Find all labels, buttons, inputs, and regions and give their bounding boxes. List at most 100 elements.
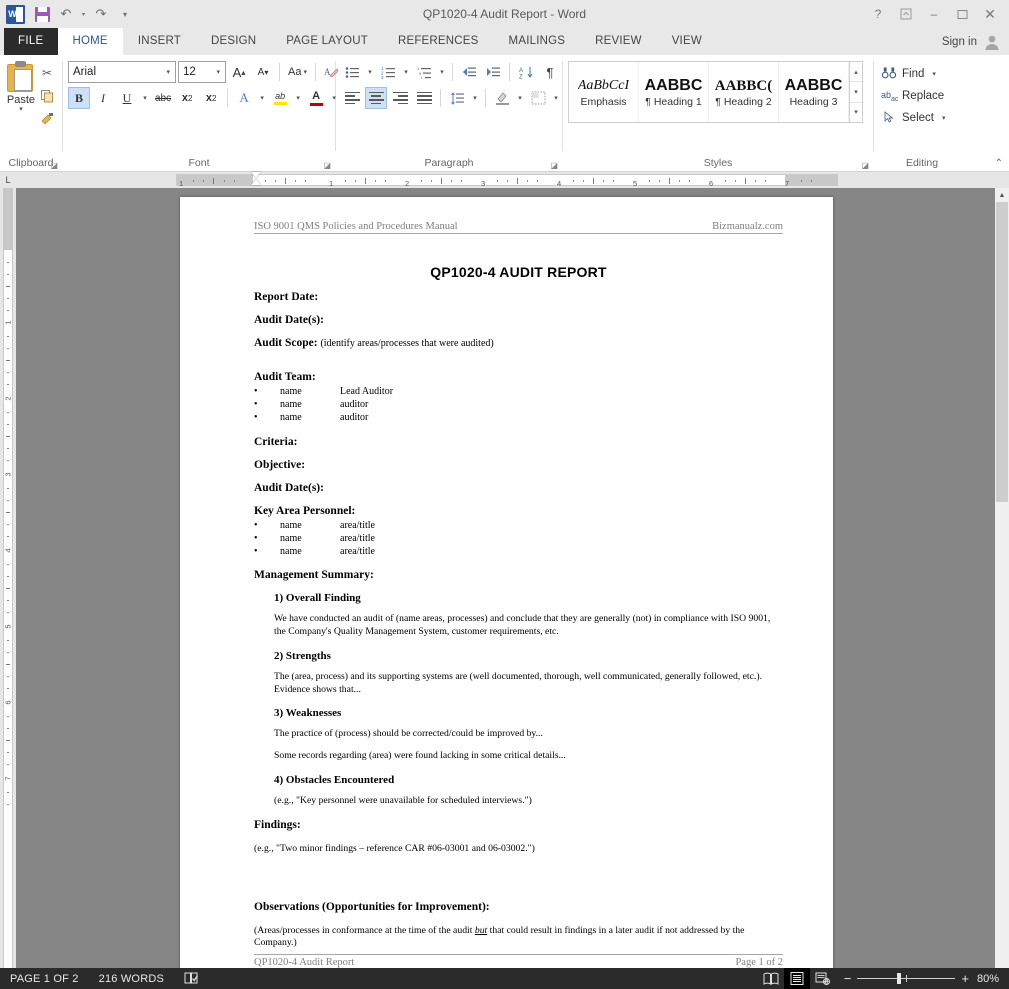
increase-indent-button[interactable] bbox=[482, 61, 504, 83]
styles-scroll-down-icon[interactable]: ▾ bbox=[850, 82, 862, 103]
italic-button[interactable]: I bbox=[92, 87, 114, 109]
proofing-status[interactable] bbox=[174, 968, 209, 989]
zoom-slider[interactable]: − + bbox=[836, 971, 977, 986]
scroll-up-icon[interactable]: ▲ bbox=[995, 188, 1009, 202]
align-right-button[interactable] bbox=[389, 87, 411, 109]
bullets-button[interactable] bbox=[341, 61, 363, 83]
decrease-indent-button[interactable] bbox=[458, 61, 480, 83]
hanging-indent-marker[interactable] bbox=[251, 179, 261, 185]
align-left-button[interactable] bbox=[341, 87, 363, 109]
find-button[interactable]: Find ▾ bbox=[879, 63, 936, 85]
cut-icon[interactable]: ✂ bbox=[37, 63, 57, 83]
help-icon[interactable]: ? bbox=[865, 3, 891, 25]
borders-button[interactable] bbox=[527, 87, 549, 109]
show-formatting-marks-button[interactable]: ¶ bbox=[539, 61, 561, 83]
justify-button[interactable] bbox=[413, 87, 435, 109]
font-name-combobox[interactable]: Arial ▾ bbox=[68, 61, 176, 83]
style-heading-1[interactable]: AABBC ¶ Heading 1 bbox=[639, 62, 709, 122]
align-center-button[interactable] bbox=[365, 87, 387, 109]
save-icon[interactable] bbox=[31, 3, 53, 25]
styles-scroll-up-icon[interactable]: ▴ bbox=[850, 62, 862, 83]
paste-dropdown-icon[interactable]: ▾ bbox=[19, 106, 23, 113]
underline-button[interactable]: U bbox=[116, 87, 138, 109]
shading-button[interactable] bbox=[491, 87, 513, 109]
multilevel-dropdown-icon[interactable]: ▾ bbox=[437, 61, 447, 83]
find-dropdown-icon[interactable]: ▾ bbox=[932, 71, 936, 78]
word-count[interactable]: 216 WORDS bbox=[89, 968, 174, 989]
tab-stop-selector-icon[interactable]: L bbox=[0, 172, 16, 188]
tab-view[interactable]: VIEW bbox=[657, 28, 717, 55]
subscript-button[interactable]: x2 bbox=[176, 87, 198, 109]
collapse-ribbon-icon[interactable]: ⌃ bbox=[995, 158, 1003, 169]
bold-button[interactable]: B bbox=[68, 87, 90, 109]
format-painter-icon[interactable] bbox=[37, 109, 57, 129]
first-line-indent-marker[interactable] bbox=[251, 172, 261, 178]
multilevel-list-button[interactable]: 1ai bbox=[413, 61, 435, 83]
bullets-dropdown-icon[interactable]: ▾ bbox=[365, 61, 375, 83]
underline-dropdown-icon[interactable]: ▾ bbox=[140, 87, 150, 109]
web-layout-button[interactable] bbox=[810, 968, 836, 989]
select-dropdown-icon[interactable]: ▾ bbox=[942, 115, 946, 122]
vertical-ruler[interactable]: 1 2 3 4 5 6 7 bbox=[0, 188, 16, 989]
zoom-in-button[interactable]: + bbox=[961, 971, 969, 986]
read-mode-button[interactable] bbox=[758, 968, 784, 989]
text-effects-dropdown-icon[interactable]: ▾ bbox=[257, 87, 267, 109]
tab-file[interactable]: FILE bbox=[4, 28, 58, 55]
zoom-out-button[interactable]: − bbox=[844, 971, 852, 986]
font-name-chevron-down-icon[interactable]: ▾ bbox=[163, 68, 173, 76]
ribbon-display-options-icon[interactable] bbox=[893, 3, 919, 25]
clipboard-dialog-launcher-icon[interactable]: ◪ bbox=[50, 161, 58, 170]
vertical-scrollbar[interactable]: ▲ ▼ bbox=[995, 188, 1009, 989]
restore-icon[interactable] bbox=[949, 3, 975, 25]
style-heading-2[interactable]: AABBC( ¶ Heading 2 bbox=[709, 62, 779, 122]
sign-in-area[interactable]: Sign in bbox=[942, 28, 1009, 55]
tab-review[interactable]: REVIEW bbox=[580, 28, 657, 55]
borders-dropdown-icon[interactable]: ▾ bbox=[551, 87, 561, 109]
highlight-dropdown-icon[interactable]: ▾ bbox=[293, 87, 303, 109]
zoom-level[interactable]: 80% bbox=[977, 973, 1009, 985]
strikethrough-button[interactable]: abc bbox=[152, 87, 174, 109]
text-effects-button[interactable]: A bbox=[233, 87, 255, 109]
tab-mailings[interactable]: MAILINGS bbox=[494, 28, 581, 55]
font-dialog-launcher-icon[interactable]: ◪ bbox=[323, 161, 331, 170]
highlight-button[interactable]: ab bbox=[269, 87, 291, 109]
line-spacing-button[interactable] bbox=[446, 87, 468, 109]
style-emphasis[interactable]: AaBbCcI Emphasis bbox=[569, 62, 639, 122]
copy-icon[interactable] bbox=[37, 86, 57, 106]
shading-dropdown-icon[interactable]: ▾ bbox=[515, 87, 525, 109]
customize-qat-icon[interactable]: ▾ bbox=[114, 3, 136, 25]
minimize-icon[interactable]: – bbox=[921, 3, 947, 25]
numbering-dropdown-icon[interactable]: ▾ bbox=[401, 61, 411, 83]
tab-insert[interactable]: INSERT bbox=[123, 28, 196, 55]
styles-more-icon[interactable]: ▾ bbox=[850, 103, 862, 122]
scrollbar-thumb[interactable] bbox=[996, 202, 1008, 502]
zoom-thumb[interactable] bbox=[897, 973, 902, 984]
tab-references[interactable]: REFERENCES bbox=[383, 28, 494, 55]
tab-design[interactable]: DESIGN bbox=[196, 28, 271, 55]
line-spacing-dropdown-icon[interactable]: ▾ bbox=[470, 87, 480, 109]
document-canvas[interactable]: ISO 9001 QMS Policies and Procedures Man… bbox=[16, 188, 1009, 989]
replace-button[interactable]: abac Replace bbox=[879, 85, 944, 107]
undo-dropdown-icon[interactable]: ▾ bbox=[79, 3, 88, 25]
change-case-button[interactable]: Aa ▾ bbox=[285, 61, 310, 83]
sort-button[interactable]: AZ bbox=[515, 61, 537, 83]
zoom-track[interactable] bbox=[857, 973, 956, 984]
close-icon[interactable]: ✕ bbox=[977, 3, 1003, 25]
horizontal-ruler[interactable]: L 1 1 2 3 4 5 6 7 bbox=[0, 172, 1009, 188]
font-size-chevron-down-icon[interactable]: ▾ bbox=[213, 68, 223, 76]
document-page[interactable]: ISO 9001 QMS Policies and Procedures Man… bbox=[180, 197, 833, 989]
styles-dialog-launcher-icon[interactable]: ◪ bbox=[861, 161, 869, 170]
font-color-button[interactable]: A bbox=[305, 87, 327, 109]
tab-home[interactable]: HOME bbox=[57, 28, 123, 55]
tab-page-layout[interactable]: PAGE LAYOUT bbox=[271, 28, 383, 55]
grow-font-button[interactable]: A ▴ bbox=[228, 61, 250, 83]
shrink-font-button[interactable]: A ▾ bbox=[252, 61, 274, 83]
redo-icon[interactable]: ↷ bbox=[90, 3, 112, 25]
font-size-combobox[interactable]: 12 ▾ bbox=[178, 61, 226, 83]
numbering-button[interactable]: 123 bbox=[377, 61, 399, 83]
style-heading-3[interactable]: AABBC Heading 3 bbox=[779, 62, 849, 122]
paste-button[interactable]: Paste ▾ bbox=[5, 61, 37, 113]
print-layout-button[interactable] bbox=[783, 968, 810, 989]
select-button[interactable]: Select ▾ bbox=[879, 107, 945, 129]
paragraph-dialog-launcher-icon[interactable]: ◪ bbox=[550, 161, 558, 170]
